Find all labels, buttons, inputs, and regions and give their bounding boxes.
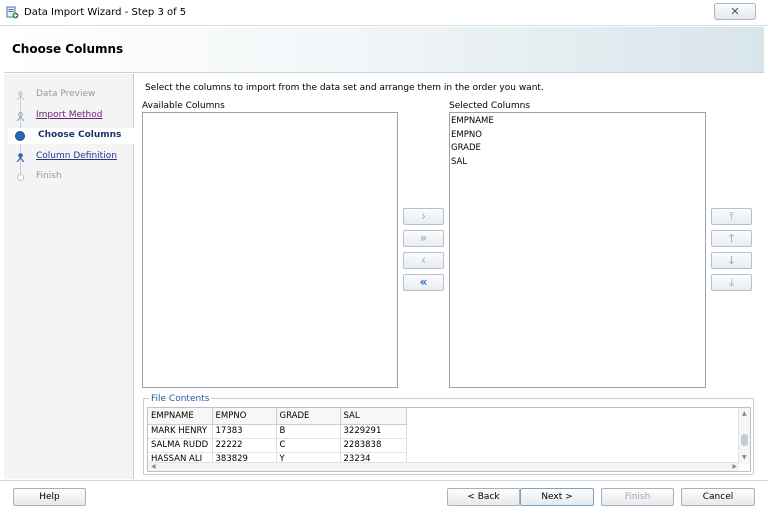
- table-header-row: EMPNAME EMPNO GRADE SAL: [148, 408, 407, 425]
- cancel-button[interactable]: Cancel: [681, 488, 755, 506]
- nav-step-import-method[interactable]: Import Method: [12, 109, 132, 123]
- selected-columns-list[interactable]: EMPNAME EMPNO GRADE SAL: [449, 112, 706, 388]
- back-button[interactable]: < Back: [447, 488, 520, 506]
- column-header[interactable]: SAL: [340, 408, 407, 425]
- add-all-columns-button[interactable]: »: [403, 230, 444, 247]
- finish-button: Finish: [601, 488, 674, 506]
- column-header[interactable]: EMPNAME: [148, 408, 213, 425]
- column-header[interactable]: GRADE: [276, 408, 341, 425]
- double-chevron-right-icon: »: [419, 231, 428, 245]
- window-title: Data Import Wizard - Step 3 of 5: [24, 7, 187, 18]
- file-contents-title: File Contents: [149, 394, 212, 404]
- back-button-label: < Back: [467, 492, 500, 502]
- arrow-down-icon: ↓: [726, 254, 737, 267]
- window-close-button[interactable]: ✕: [714, 3, 756, 20]
- move-to-top-button[interactable]: ⤒: [711, 208, 752, 225]
- step-person-icon: [16, 112, 25, 121]
- list-item[interactable]: EMPNAME: [451, 115, 705, 129]
- next-button[interactable]: Next >: [520, 488, 594, 506]
- double-chevron-left-icon: «: [419, 275, 428, 289]
- step-person-icon: [16, 91, 25, 100]
- file-contents-grid[interactable]: EMPNAME EMPNO GRADE SAL MARK HENRY 17383…: [147, 407, 751, 472]
- nav-step-label[interactable]: Import Method: [36, 110, 103, 120]
- instruction-text: Select the columns to import from the da…: [145, 83, 544, 93]
- file-contents-group: File Contents EMPNAME EMPNO GRADE SAL MA…: [143, 394, 754, 475]
- nav-step-finish: Finish: [12, 170, 132, 184]
- remove-all-columns-button[interactable]: «: [403, 274, 444, 291]
- close-icon: ✕: [730, 5, 740, 18]
- table-cell: 17383: [212, 424, 277, 439]
- move-up-button[interactable]: ↑: [711, 230, 752, 247]
- wizard-app-icon: [6, 6, 19, 19]
- table-cell: 22222: [212, 438, 277, 453]
- step-person-icon: [16, 153, 25, 162]
- title-bar: Data Import Wizard - Step 3 of 5 ✕: [0, 0, 768, 26]
- wizard-steps-nav: Data Preview Import Method Choose Column…: [4, 74, 137, 479]
- arrow-up-icon: ↑: [726, 232, 737, 245]
- dialog-footer: Help < Back Next > Finish Cancel: [0, 480, 768, 513]
- table-row[interactable]: SALMA RUDD 22222 C 2283838: [148, 438, 407, 453]
- table-cell: 2283838: [340, 438, 407, 453]
- remove-column-button[interactable]: ‹: [403, 252, 444, 269]
- available-columns-list[interactable]: [142, 112, 398, 388]
- list-item[interactable]: GRADE: [451, 142, 705, 156]
- chevron-left-icon: ‹: [421, 253, 426, 267]
- column-header[interactable]: EMPNO: [212, 408, 277, 425]
- selected-columns-label: Selected Columns: [449, 101, 531, 111]
- cancel-button-label: Cancel: [702, 492, 734, 502]
- table-cell: MARK HENRY: [148, 424, 213, 439]
- step-circle-icon: [17, 174, 24, 181]
- available-columns-label: Available Columns: [142, 101, 225, 111]
- table-row[interactable]: MARK HENRY 17383 B 3229291: [148, 424, 407, 439]
- nav-step-label: Finish: [36, 171, 62, 181]
- move-down-button[interactable]: ↓: [711, 252, 752, 269]
- nav-step-data-preview: Data Preview: [12, 88, 132, 102]
- move-to-bottom-button[interactable]: ⤓: [711, 274, 752, 291]
- table-cell: C: [276, 438, 341, 453]
- nav-step-label: Choose Columns: [38, 130, 122, 140]
- step-title: Choose Columns: [12, 42, 124, 56]
- arrow-to-top-icon: ⤒: [729, 210, 734, 223]
- finish-button-label: Finish: [624, 492, 651, 502]
- scroll-down-icon[interactable]: ▼: [742, 454, 747, 461]
- step-header: Choose Columns: [4, 27, 764, 73]
- nav-step-choose-columns[interactable]: Choose Columns: [8, 128, 137, 144]
- add-column-button[interactable]: ›: [403, 208, 444, 225]
- nav-step-column-definition[interactable]: Column Definition: [12, 150, 132, 164]
- arrow-to-bottom-icon: ⤓: [729, 276, 734, 289]
- scroll-thumb[interactable]: [741, 434, 748, 446]
- choose-columns-panel: Select the columns to import from the da…: [135, 74, 764, 479]
- table-cell: 3229291: [340, 424, 407, 439]
- chevron-right-icon: ›: [421, 209, 426, 223]
- list-item[interactable]: EMPNO: [451, 129, 705, 143]
- file-contents-table: EMPNAME EMPNO GRADE SAL MARK HENRY 17383…: [148, 408, 407, 467]
- help-button[interactable]: Help: [13, 488, 86, 506]
- scroll-left-icon[interactable]: ◀: [151, 463, 156, 470]
- current-step-dot-icon: [15, 131, 25, 141]
- scroll-up-icon[interactable]: ▲: [742, 410, 747, 417]
- vertical-scrollbar[interactable]: ▲ ▼: [738, 408, 750, 464]
- list-item[interactable]: SAL: [451, 156, 705, 170]
- scroll-right-icon[interactable]: ▶: [732, 463, 737, 470]
- table-cell: SALMA RUDD: [148, 438, 213, 453]
- help-button-label: Help: [39, 492, 60, 502]
- table-cell: B: [276, 424, 341, 439]
- horizontal-scrollbar[interactable]: ◀ ▶: [148, 462, 740, 471]
- nav-step-label: Data Preview: [36, 89, 96, 99]
- next-button-label: Next >: [541, 492, 573, 502]
- nav-step-label[interactable]: Column Definition: [36, 151, 117, 161]
